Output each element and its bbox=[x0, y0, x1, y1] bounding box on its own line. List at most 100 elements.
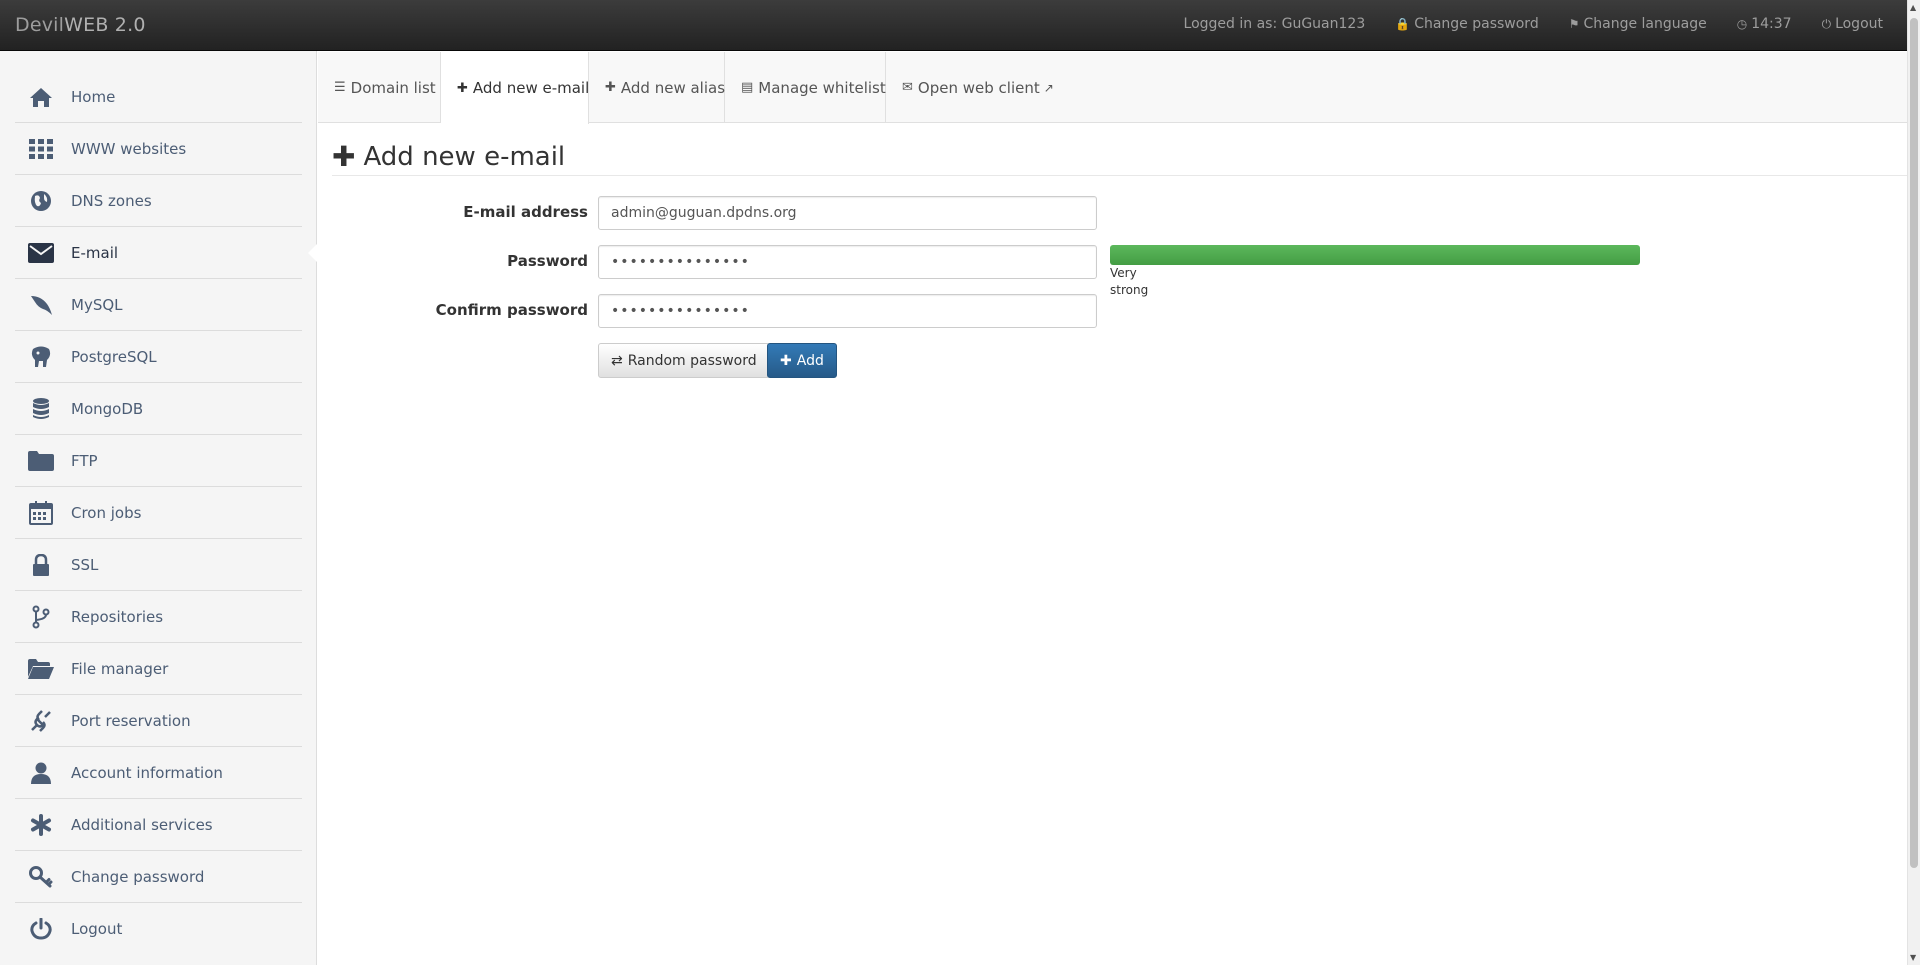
scroll-up-arrow-icon[interactable]: ▲ bbox=[1910, 3, 1916, 12]
user-icon bbox=[27, 759, 55, 787]
tab-label: Manage whitelist bbox=[758, 78, 886, 97]
sidebar-item-label: FTP bbox=[71, 451, 98, 470]
page-title: ✚ Add new e-mail bbox=[332, 140, 565, 173]
email-tabs: ☰ Domain list ✚ Add new e-mail ✚ Add new al… bbox=[318, 52, 1907, 124]
logged-in-text: Logged in as: GuGuan123 bbox=[1183, 16, 1366, 32]
logout-link[interactable]: ⏻ Logout bbox=[1822, 16, 1883, 32]
sidebar-item-mysql[interactable]: MySQL bbox=[15, 279, 302, 331]
sidebar-item-label: Additional services bbox=[71, 815, 213, 834]
change-language-link[interactable]: ⚑ Change language bbox=[1569, 16, 1707, 32]
key-icon bbox=[27, 863, 55, 891]
grid-icon bbox=[27, 135, 55, 163]
brand-suffix: WEB 2.0 bbox=[64, 14, 146, 36]
password-strength-text: Very strong bbox=[1110, 265, 1170, 299]
email-address-label: E-mail address bbox=[463, 203, 588, 221]
list-icon: ☰ bbox=[334, 80, 346, 95]
scrollbar-thumb[interactable] bbox=[1910, 18, 1918, 868]
calendar-icon bbox=[27, 499, 55, 527]
sidebar-item-postgresql[interactable]: PostgreSQL bbox=[15, 331, 302, 383]
sidebar-item-change-password[interactable]: Change password bbox=[15, 851, 302, 903]
plug-icon bbox=[27, 707, 55, 735]
tab-add-new-email[interactable]: ✚ Add new e-mail bbox=[441, 52, 589, 124]
tab-open-web-client[interactable]: ✉ Open web client ↗ bbox=[886, 52, 1054, 123]
page-title-text: Add new e-mail bbox=[363, 141, 566, 172]
sidebar-item-www-websites[interactable]: WWW websites bbox=[15, 123, 302, 175]
add-button[interactable]: ✚ Add bbox=[767, 343, 837, 378]
sidebar-item-label: Port reservation bbox=[71, 711, 191, 730]
sidebar-item-additional-services[interactable]: Additional services bbox=[15, 799, 302, 851]
password-strength-bar bbox=[1110, 245, 1640, 265]
globe-icon bbox=[27, 187, 55, 215]
sidebar-item-cron-jobs[interactable]: Cron jobs bbox=[15, 487, 302, 539]
sidebar-item-label: SSL bbox=[71, 555, 99, 574]
tab-label: Add new e-mail bbox=[472, 79, 590, 97]
sidebar-item-label: Repositories bbox=[71, 607, 164, 626]
clock-icon: ◷ bbox=[1736, 17, 1748, 31]
sidebar-item-ssl[interactable]: SSL bbox=[15, 539, 302, 591]
home-icon bbox=[27, 83, 55, 111]
power-icon bbox=[27, 915, 55, 943]
title-divider bbox=[332, 175, 1907, 176]
sidebar-item-ftp[interactable]: FTP bbox=[15, 435, 302, 487]
external-link-icon: ↗ bbox=[1043, 80, 1054, 95]
plus-icon: ✚ bbox=[605, 80, 616, 95]
session-clock: ◷ 14:37 bbox=[1737, 16, 1792, 32]
list-alt-icon: ▤ bbox=[741, 80, 754, 95]
sidebar-item-label: DNS zones bbox=[71, 191, 152, 210]
sidebar-item-label: E-mail bbox=[71, 243, 119, 262]
sidebar-item-label: WWW websites bbox=[71, 139, 187, 158]
sidebar-item-file-manager[interactable]: File manager bbox=[15, 643, 302, 695]
tab-label: Add new alias bbox=[620, 78, 726, 97]
folder-icon bbox=[27, 447, 55, 475]
sidebar-item-label: Logout bbox=[71, 920, 123, 938]
strength-text-line2: strong bbox=[1110, 283, 1149, 297]
random-password-label: Random password bbox=[627, 352, 757, 369]
change-password-link[interactable]: 🔒 Change password bbox=[1395, 16, 1538, 32]
page-scrollbar[interactable]: ▲ ▼ bbox=[1907, 0, 1920, 965]
sidebar-item-dns-zones[interactable]: DNS zones bbox=[15, 175, 302, 227]
sidebar-item-label: MongoDB bbox=[71, 399, 144, 418]
email-address-input[interactable] bbox=[598, 196, 1097, 230]
clock-time: 14:37 bbox=[1751, 16, 1792, 32]
sidebar-item-account-information[interactable]: Account information bbox=[15, 747, 302, 799]
folder-open-icon bbox=[27, 655, 55, 683]
sidebar-item-mongodb[interactable]: MongoDB bbox=[15, 383, 302, 435]
power-icon: ⏻ bbox=[1821, 17, 1832, 31]
envelope-icon bbox=[27, 239, 55, 267]
sidebar-item-port-reservation[interactable]: Port reservation bbox=[15, 695, 302, 747]
add-label: Add bbox=[796, 352, 824, 369]
random-password-button[interactable]: ⇄ Random password bbox=[598, 343, 770, 378]
plus-icon: ✚ bbox=[457, 80, 468, 96]
sidebar-item-label: Home bbox=[71, 87, 116, 106]
flag-icon: ⚑ bbox=[1568, 17, 1580, 31]
logout-label: Logout bbox=[1835, 16, 1883, 32]
sidebar-item-repositories[interactable]: Repositories bbox=[15, 591, 302, 643]
lock-icon bbox=[27, 551, 55, 579]
lock-icon: 🔒 bbox=[1395, 17, 1411, 31]
asterisk-icon bbox=[27, 811, 55, 839]
tab-label: Domain list bbox=[350, 78, 436, 97]
change-password-label: Change password bbox=[1414, 16, 1539, 32]
confirm-password-input[interactable] bbox=[598, 294, 1097, 328]
password-strength-fill bbox=[1110, 245, 1640, 265]
sidebar: Home WWW websites DNS zones E-mail MySQL… bbox=[0, 51, 318, 965]
sidebar-item-label: Account information bbox=[71, 763, 223, 782]
plus-icon: ✚ bbox=[332, 140, 356, 173]
sidebar-item-logout[interactable]: Logout bbox=[15, 903, 302, 955]
scroll-down-arrow-icon[interactable]: ▼ bbox=[1910, 953, 1916, 962]
tab-manage-whitelist[interactable]: ▤ Manage whitelist bbox=[725, 52, 886, 123]
sidebar-item-label: Cron jobs bbox=[71, 503, 142, 522]
sidebar-item-label: Change password bbox=[71, 867, 205, 886]
password-input[interactable] bbox=[598, 245, 1097, 279]
tab-add-new-alias[interactable]: ✚ Add new alias bbox=[589, 52, 725, 123]
brand-logo[interactable]: DevilWEB 2.0 bbox=[15, 14, 146, 36]
tab-label: Open web client bbox=[917, 78, 1040, 97]
sidebar-item-email[interactable]: E-mail bbox=[15, 227, 318, 279]
sidebar-item-label: MySQL bbox=[71, 295, 123, 314]
envelope-icon: ✉ bbox=[902, 80, 913, 95]
top-navbar: DevilWEB 2.0 Logged in as: GuGuan123 🔒 Ch… bbox=[0, 0, 1907, 51]
sidebar-item-home[interactable]: Home bbox=[15, 71, 302, 123]
sidebar-item-label: PostgreSQL bbox=[71, 347, 157, 366]
branch-icon bbox=[27, 603, 55, 631]
tab-domain-list[interactable]: ☰ Domain list bbox=[318, 52, 441, 123]
